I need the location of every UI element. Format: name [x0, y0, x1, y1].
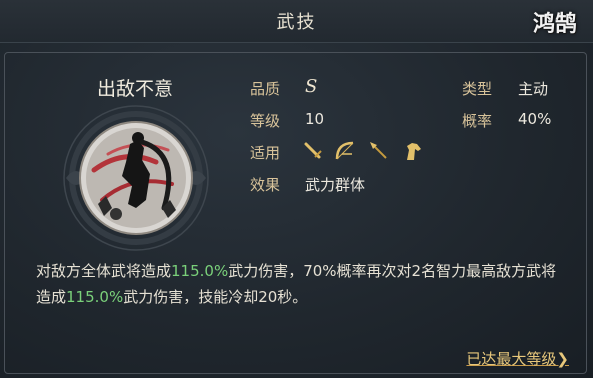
max-level-link[interactable]: 已达最大等级❯: [466, 348, 569, 369]
skill-name: 出敌不意: [96, 78, 173, 100]
skill-description: 对敌方全体武将造成115.0%武力伤害，70%概率再次对2名智力最高敌方武将造成…: [36, 258, 566, 310]
sword-icon: [304, 142, 322, 159]
applicable-label: 适用: [250, 144, 281, 162]
desc-damage-pct-2: 115.0%: [66, 288, 124, 306]
skill-emblem-icon: [63, 105, 209, 251]
effect-label: 效果: [250, 176, 281, 194]
horse-icon: [407, 143, 421, 160]
desc-damage-pct-1: 115.0%: [171, 262, 229, 280]
title-bar: 武技 鸿鹄: [0, 0, 593, 43]
page-title: 武技: [276, 12, 317, 33]
level-value: 10: [305, 110, 325, 128]
quality-label: 品质: [250, 80, 281, 98]
effect-value: 武力群体: [305, 176, 366, 194]
desc-part1: 对敌方全体武将造成: [36, 262, 172, 280]
chance-label: 概率: [462, 112, 493, 130]
type-label: 类型: [462, 80, 493, 98]
chance-value: 40%: [518, 110, 552, 128]
game-logo: 鸿鹄: [523, 2, 587, 38]
desc-part3: 武力伤害，技能冷却20秒。: [123, 288, 308, 306]
logo-text: 鸿鹄: [532, 11, 577, 37]
bow-icon: [335, 141, 354, 160]
level-label: 等级: [250, 112, 281, 130]
skill-panel: 武技 鸿鹄 出敌不意 品质 S 等级 10 适用 效果 武力群体 类型 主动 概…: [0, 0, 593, 378]
type-value: 主动: [518, 80, 549, 98]
spear-icon: [370, 142, 387, 159]
quality-value: S: [305, 76, 318, 97]
